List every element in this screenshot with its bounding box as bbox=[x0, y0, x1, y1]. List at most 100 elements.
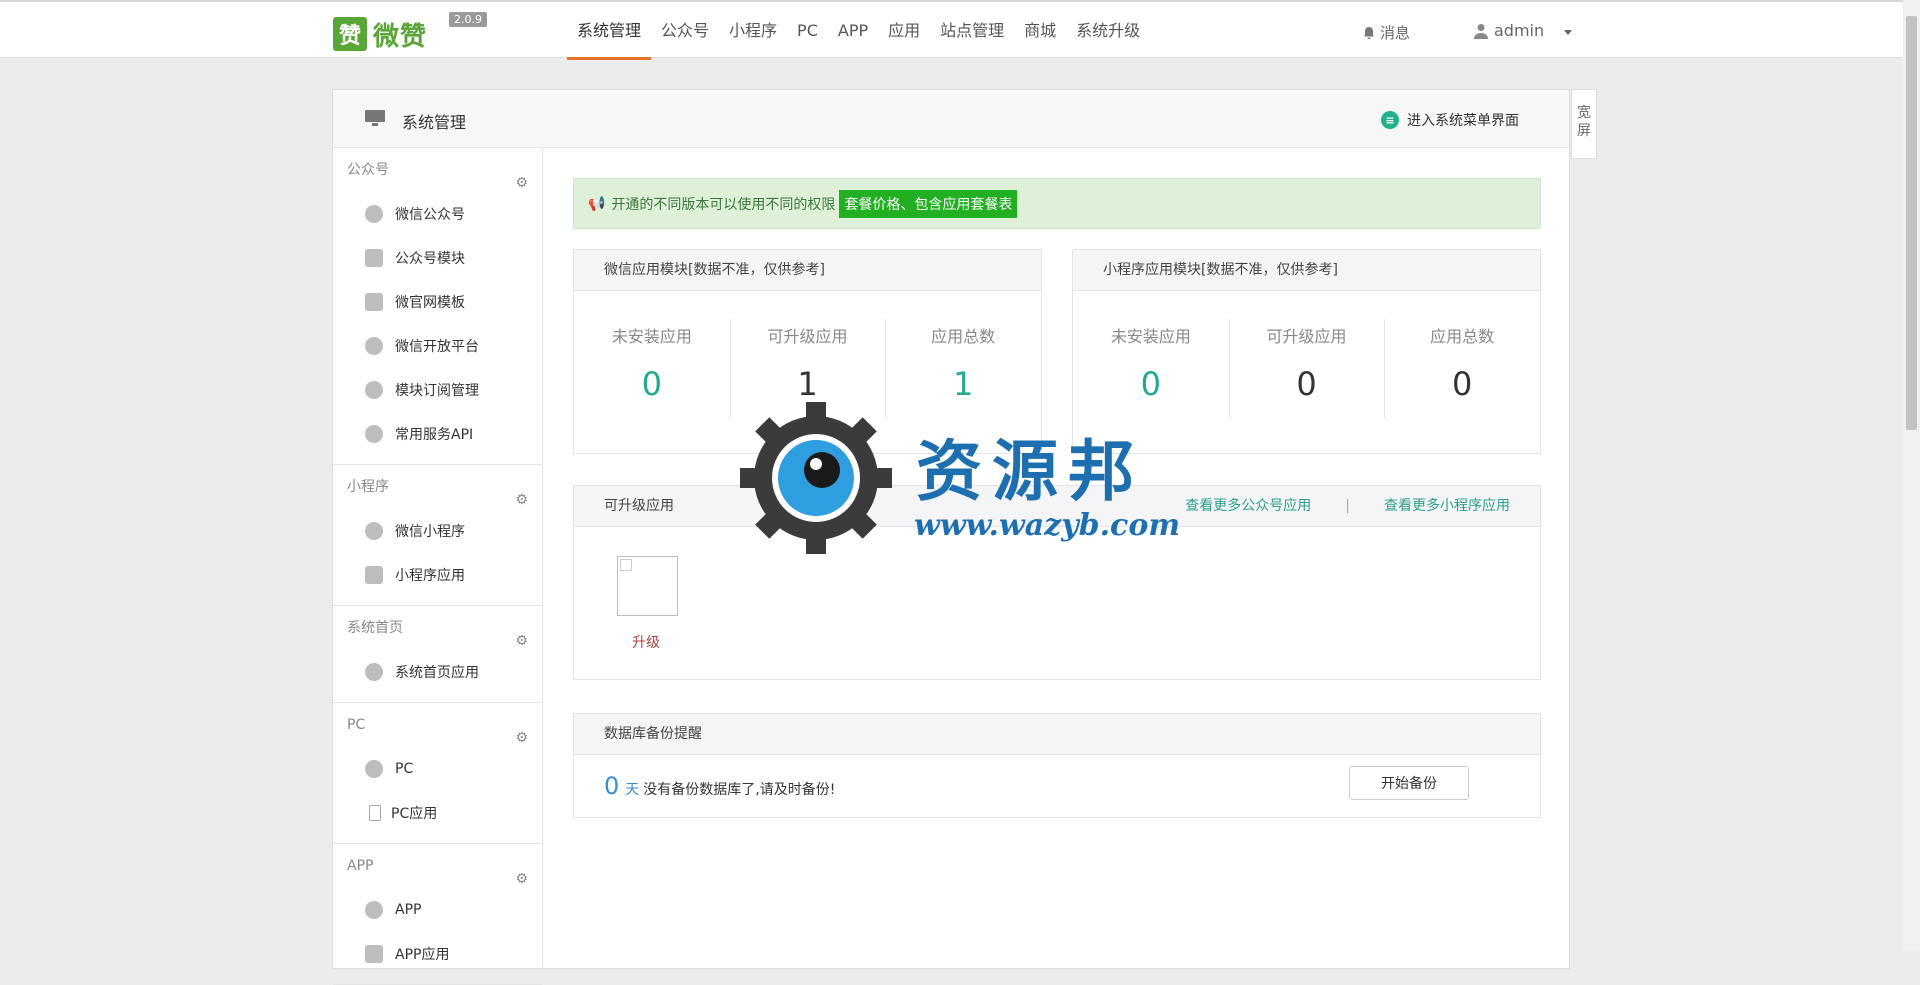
sidebar-item-app[interactable]: APP bbox=[333, 888, 542, 932]
sidebar-item-label: 常用服务API bbox=[395, 427, 474, 443]
sidebar-item-label: 系统首页应用 bbox=[395, 665, 479, 681]
backup-text: 没有备份数据库了,请及时备份! bbox=[643, 782, 836, 798]
nav-official-account[interactable]: 公众号 bbox=[651, 2, 719, 60]
sidebar-item-pc-apps[interactable]: PC应用 bbox=[333, 791, 542, 835]
upgradable-apps-card: 可升级应用 查看更多公众号应用 | 查看更多小程序应用 升级 bbox=[573, 485, 1541, 680]
sidebar-item-open-platform[interactable]: 微信开放平台 bbox=[333, 324, 542, 368]
sidebar-group-pc: PC ⚙ PC PC应用 bbox=[333, 703, 542, 844]
user-icon bbox=[1474, 23, 1488, 39]
page-icon bbox=[369, 805, 381, 821]
nav-mall[interactable]: 商城 bbox=[1014, 2, 1066, 60]
enter-menu-link[interactable]: ≡ 进入系统菜单界面 bbox=[1381, 110, 1519, 130]
nav-apps[interactable]: 应用 bbox=[878, 2, 930, 60]
sidebar-item-pc[interactable]: PC bbox=[333, 747, 542, 791]
sidebar-item-label: 公众号模块 bbox=[395, 251, 465, 267]
sidebar-item-label: 微信小程序 bbox=[395, 524, 465, 540]
sidebar-item-home-apps[interactable]: 系统首页应用 bbox=[333, 650, 542, 694]
sidebar-item-mini-apps[interactable]: 小程序应用 bbox=[333, 553, 542, 597]
stat-value[interactable]: 0 bbox=[1384, 365, 1540, 403]
pricing-link[interactable]: 套餐价格、包含应用套餐表 bbox=[839, 189, 1018, 218]
more-mini-apps-link[interactable]: 查看更多小程序应用 bbox=[1384, 486, 1510, 527]
page-title: 系统管理 bbox=[402, 113, 467, 132]
more-wechat-apps-link[interactable]: 查看更多公众号应用 bbox=[1185, 486, 1311, 527]
wechat-icon bbox=[365, 205, 383, 223]
card-title: 可升级应用 bbox=[604, 498, 674, 514]
sidebar-group-label: APP bbox=[347, 858, 374, 874]
stat-value[interactable]: 0 bbox=[574, 365, 730, 403]
backup-unit: 天 bbox=[625, 782, 640, 798]
nav-system-upgrade[interactable]: 系统升级 bbox=[1066, 2, 1150, 60]
gear-icon[interactable]: ⚙ bbox=[515, 478, 528, 522]
nav-system[interactable]: 系统管理 bbox=[567, 2, 652, 60]
messages-link[interactable]: 消息 bbox=[1362, 22, 1410, 43]
module-icon bbox=[365, 249, 383, 267]
version-badge: 2.0.9 bbox=[449, 12, 487, 27]
sidebar: 公众号 ⚙ 微信公众号 公众号模块 微官网模板 微信开放平台 模块订阅管理 常用… bbox=[333, 148, 543, 985]
card-title: 微信应用模块[数据不准，仅供参考] bbox=[574, 250, 1041, 291]
sidebar-item-wechat-account[interactable]: 微信公众号 bbox=[333, 192, 542, 236]
stat-label: 可升级应用 bbox=[767, 327, 848, 346]
scrollbar-thumb[interactable] bbox=[1906, 16, 1917, 430]
stat-value[interactable]: 1 bbox=[885, 365, 1041, 403]
template-icon bbox=[365, 293, 383, 311]
sidebar-item-site-templates[interactable]: 微官网模板 bbox=[333, 280, 542, 324]
stat-total: 应用总数 0 bbox=[1384, 291, 1540, 419]
stats-row: 未安装应用 0 可升级应用 1 应用总数 1 bbox=[574, 291, 1041, 419]
sidebar-group-app: APP ⚙ APP APP应用 bbox=[333, 844, 542, 985]
upgrade-link[interactable]: 升级 bbox=[632, 632, 660, 652]
logo-text: 微赞 bbox=[373, 21, 428, 52]
stat-uninstalled: 未安装应用 0 bbox=[574, 291, 730, 417]
stat-label: 应用总数 bbox=[1430, 327, 1495, 346]
wechat-stats-card: 微信应用模块[数据不准，仅供参考] 未安装应用 0 可升级应用 1 应用总数 1 bbox=[573, 249, 1042, 454]
nav-site-manage[interactable]: 站点管理 bbox=[930, 2, 1014, 60]
user-menu[interactable]: admin bbox=[1474, 21, 1573, 40]
stat-value[interactable]: 1 bbox=[730, 365, 886, 403]
enter-menu-label: 进入系统菜单界面 bbox=[1407, 113, 1519, 129]
main-panel: 系统管理 ≡ 进入系统菜单界面 公众号 ⚙ 微信公众号 公众号模块 微官网模板 … bbox=[332, 89, 1570, 985]
sidebar-item-label: PC应用 bbox=[391, 806, 438, 822]
monitor-icon bbox=[365, 110, 385, 126]
sidebar-item-label: 小程序应用 bbox=[395, 568, 465, 584]
sidebar-group-mini: 小程序 ⚙ 微信小程序 小程序应用 bbox=[333, 465, 542, 606]
stat-uninstalled: 未安装应用 0 bbox=[1073, 291, 1229, 417]
nav-pc[interactable]: PC bbox=[787, 2, 828, 60]
username: admin bbox=[1494, 21, 1545, 40]
sidebar-item-label: PC bbox=[395, 761, 414, 777]
alert-text: 开通的不同版本可以使用不同的权限 bbox=[611, 196, 836, 213]
link-separator: | bbox=[1345, 498, 1350, 514]
subscription-icon bbox=[365, 381, 383, 399]
gear-icon[interactable]: ⚙ bbox=[515, 161, 528, 205]
stat-value[interactable]: 0 bbox=[1073, 365, 1229, 403]
backup-days: 0 bbox=[604, 772, 620, 800]
gear-icon[interactable]: ⚙ bbox=[515, 716, 528, 760]
logo[interactable]: 赞 微赞 bbox=[333, 16, 427, 52]
nav-mini-program[interactable]: 小程序 bbox=[719, 2, 787, 60]
api-icon bbox=[365, 425, 383, 443]
sidebar-item-label: APP应用 bbox=[395, 947, 450, 963]
gear-icon[interactable]: ⚙ bbox=[515, 857, 528, 901]
sidebar-item-service-api[interactable]: 常用服务API bbox=[333, 412, 542, 456]
sidebar-item-subscriptions[interactable]: 模块订阅管理 bbox=[333, 368, 542, 412]
sidebar-item-wechat-mini[interactable]: 微信小程序 bbox=[333, 509, 542, 553]
sidebar-item-label: 微官网模板 bbox=[395, 295, 465, 311]
stat-value[interactable]: 0 bbox=[1229, 365, 1385, 403]
backup-card: 数据库备份提醒 0 天 没有备份数据库了,请及时备份! 开始备份 bbox=[573, 713, 1541, 818]
sidebar-item-account-modules[interactable]: 公众号模块 bbox=[333, 236, 542, 280]
card-title: 数据库备份提醒 bbox=[574, 714, 1540, 755]
sidebar-group-title: 公众号 ⚙ bbox=[333, 148, 542, 192]
stat-upgradable: 可升级应用 1 bbox=[729, 291, 886, 419]
page-scrollbar[interactable] bbox=[1903, 0, 1920, 951]
app-thumbnail[interactable] bbox=[617, 556, 678, 616]
module-icon bbox=[365, 566, 383, 584]
top-navbar: 赞 微赞 2.0.9 系统管理 公众号 小程序 PC APP 应用 站点管理 商… bbox=[0, 0, 1903, 60]
wide-screen-toggle[interactable]: 宽屏 bbox=[1571, 89, 1597, 159]
start-backup-button[interactable]: 开始备份 bbox=[1349, 766, 1469, 800]
version-alert: 📢 开通的不同版本可以使用不同的权限 套餐价格、包含应用套餐表 bbox=[573, 178, 1541, 229]
sidebar-group-title: 小程序 ⚙ bbox=[333, 465, 542, 509]
gear-icon[interactable]: ⚙ bbox=[515, 619, 528, 663]
sidebar-group-title: 系统首页 ⚙ bbox=[333, 606, 542, 650]
nav-app[interactable]: APP bbox=[828, 2, 878, 60]
menu-icon: ≡ bbox=[1381, 111, 1399, 129]
sidebar-item-app-apps[interactable]: APP应用 bbox=[333, 932, 542, 976]
mini-program-icon bbox=[365, 522, 383, 540]
